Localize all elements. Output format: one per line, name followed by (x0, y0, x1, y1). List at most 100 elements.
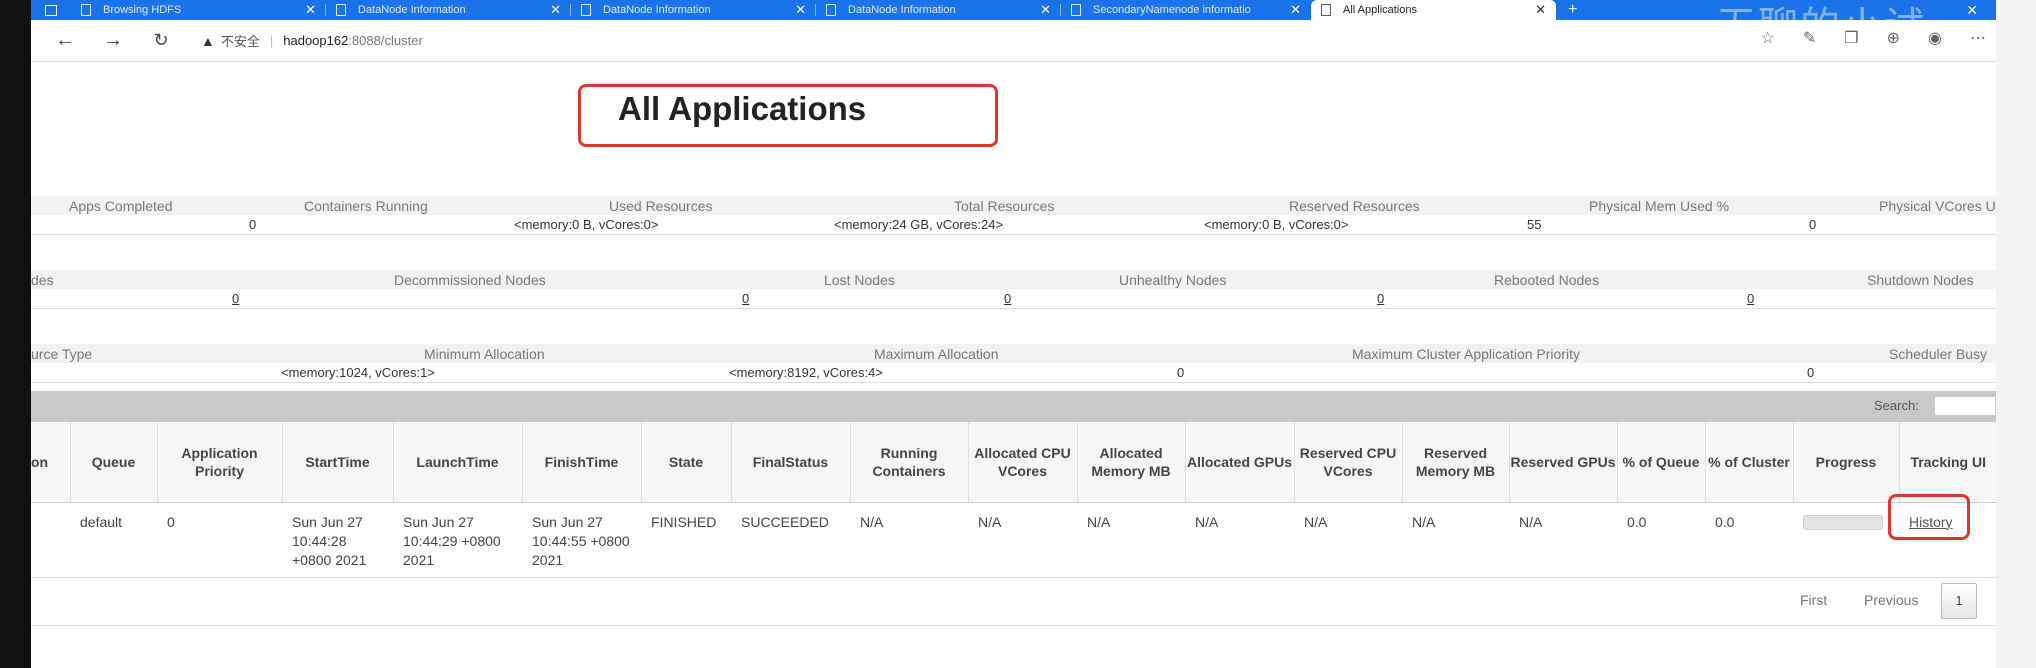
applications-table: on Queue Application Priority StartTime … (31, 422, 1997, 578)
metric-link[interactable]: 0 (1747, 291, 1754, 306)
column-header-reserved-gpus[interactable]: Reserved GPUs (1509, 422, 1618, 503)
tab-close-icon[interactable]: ✕ (1040, 2, 1051, 18)
cell-allocated-gpus: N/A (1185, 502, 1294, 578)
scheduler-metrics-header: urce Type Minimum Allocation Maximum All… (31, 344, 1996, 363)
extensions-icon[interactable]: ⊕ (1887, 28, 1900, 48)
metric-header: Decommissioned Nodes (394, 272, 546, 288)
column-header-finalstatus[interactable]: FinalStatus (731, 422, 851, 503)
tab-title: All Applications (1343, 4, 1417, 16)
screen-left-edge (0, 0, 31, 668)
metric-link[interactable]: 0 (1377, 291, 1384, 306)
warning-icon[interactable]: ▲ (201, 33, 215, 49)
column-header-running-containers[interactable]: Running Containers (850, 422, 969, 503)
insecure-label[interactable]: 不安全 (221, 31, 260, 50)
column-header-name[interactable]: on (31, 422, 71, 503)
metric-header: Used Resources (609, 198, 713, 214)
column-header-pct-queue[interactable]: % of Queue (1617, 422, 1706, 503)
column-header-progress[interactable]: Progress (1793, 422, 1900, 503)
more-menu-icon[interactable]: ⋯ (1970, 28, 1986, 48)
search-label: Search: (1874, 398, 1919, 413)
column-header-priority[interactable]: Application Priority (157, 422, 283, 503)
pager-first-button[interactable]: First (1800, 592, 1827, 608)
cell-starttime: Sun Jun 27 10:44:28 +0800 2021 (282, 502, 393, 578)
column-header-allocated-gpus[interactable]: Allocated GPUs (1185, 422, 1295, 503)
tab-title: Browsing HDFS (103, 4, 182, 16)
window-close-icon[interactable]: ✕ (1966, 2, 1978, 19)
tab-browsing-hdfs[interactable]: Browsing HDFS ✕ (71, 0, 326, 20)
tab-close-icon[interactable]: ✕ (305, 2, 316, 18)
page-scroll-gutter (1996, 0, 2036, 668)
metric-value: 55 (1527, 217, 1542, 232)
cell-running-containers: N/A (850, 502, 968, 578)
search-input[interactable] (1934, 396, 1996, 416)
column-header-reserved-memory[interactable]: Reserved Memory MB (1402, 422, 1510, 503)
pager-page-button[interactable]: 1 (1941, 583, 1977, 619)
favorites-icon[interactable]: ☆ (1761, 28, 1775, 48)
video-watermark: 无聊的小试 (1716, 0, 1926, 20)
cell-finishtime: Sun Jun 27 10:44:55 +0800 2021 (522, 502, 641, 578)
cell-reserved-gpus: N/A (1509, 502, 1617, 578)
metric-link[interactable]: 0 (1004, 291, 1011, 306)
column-header-starttime[interactable]: StartTime (282, 422, 394, 503)
metric-header: Physical VCores U (1879, 198, 1996, 214)
metric-header: Lost Nodes (824, 272, 895, 288)
tab-close-icon[interactable]: ✕ (550, 2, 561, 18)
cell-finalstatus: SUCCEEDED (731, 502, 850, 578)
metric-value: <memory:1024, vCores:1> (281, 365, 435, 380)
tab-secondarynamenode-information[interactable]: SecondaryNamenode informatio ✕ (1061, 0, 1311, 20)
metric-value: 0 (1177, 365, 1185, 380)
back-arrow-icon[interactable]: ← (51, 29, 79, 52)
metric-link[interactable]: 0 (742, 291, 749, 306)
tab-title: SecondaryNamenode informatio (1093, 4, 1251, 16)
column-header-pct-cluster[interactable]: % of Cluster (1705, 422, 1794, 503)
column-header-allocated-memory[interactable]: Allocated Memory MB (1077, 422, 1186, 503)
cell-allocated-cpu: N/A (968, 502, 1077, 578)
pager-previous-button[interactable]: Previous (1864, 592, 1918, 608)
metric-header: des (31, 272, 54, 288)
page-icon (1321, 4, 1331, 16)
forward-arrow-icon[interactable]: → (99, 29, 127, 52)
node-metrics-header: des Decommissioned Nodes Lost Nodes Unhe… (31, 270, 1996, 289)
column-header-allocated-cpu[interactable]: Allocated CPU VCores (968, 422, 1078, 503)
tab-close-icon[interactable]: ✕ (1535, 2, 1546, 18)
cell-state: FINISHED (641, 502, 731, 578)
reload-icon[interactable]: ↻ (147, 30, 175, 51)
metric-link[interactable]: 0 (232, 291, 239, 306)
metric-value: <memory:8192, vCores:4> (729, 365, 883, 380)
tab-datanode-information-2[interactable]: DataNode Information ✕ (571, 0, 816, 20)
cell-reserved-cpu: N/A (1294, 502, 1402, 578)
tab-close-icon[interactable]: ✕ (795, 2, 806, 18)
metric-header: Minimum Allocation (424, 346, 545, 362)
url-field[interactable]: hadoop162:8088/cluster (283, 33, 423, 48)
table-row: default 0 Sun Jun 27 10:44:28 +0800 2021… (31, 502, 1997, 578)
tab-title: DataNode Information (603, 4, 711, 16)
pen-icon[interactable]: ✎ (1803, 28, 1816, 48)
tab-datanode-information-3[interactable]: DataNode Information ✕ (816, 0, 1061, 20)
collections-icon[interactable]: ❒ (1844, 28, 1858, 48)
history-highlight-box (1888, 494, 1970, 540)
metric-header: Physical Mem Used % (1589, 198, 1730, 214)
url-path: :8088/cluster (348, 33, 423, 48)
address-bar: ← → ↻ ▲ 不安全 | hadoop162:8088/cluster ☆ ✎… (31, 20, 1996, 62)
metric-value: 0 (249, 217, 257, 232)
column-header-launchtime[interactable]: LaunchTime (393, 422, 523, 503)
column-header-queue[interactable]: Queue (70, 422, 158, 503)
tab-all-applications[interactable]: All Applications ✕ (1311, 0, 1556, 20)
avatar[interactable]: ◉ (1928, 28, 1942, 48)
column-header-finishtime[interactable]: FinishTime (522, 422, 642, 503)
column-header-state[interactable]: State (641, 422, 732, 503)
url-host: hadoop162 (283, 33, 349, 48)
page-title: All Applications (618, 90, 867, 127)
tab-title: DataNode Information (848, 4, 956, 16)
cell-launchtime: Sun Jun 27 10:44:29 +0800 2021 (393, 502, 522, 578)
cell-pct-cluster: 0.0 (1705, 502, 1793, 578)
tab-datanode-information-1[interactable]: DataNode Information ✕ (326, 0, 571, 20)
new-tab-icon[interactable]: + (1568, 1, 1577, 19)
cell-reserved-memory: N/A (1402, 502, 1509, 578)
metric-header: urce Type (31, 346, 93, 362)
column-header-tracking-ui[interactable]: Tracking UI (1899, 422, 1997, 503)
window-menu-icon[interactable] (45, 4, 57, 16)
cell-priority: 0 (157, 502, 282, 578)
column-header-reserved-cpu[interactable]: Reserved CPU VCores (1294, 422, 1403, 503)
tab-close-icon[interactable]: ✕ (1290, 2, 1301, 18)
